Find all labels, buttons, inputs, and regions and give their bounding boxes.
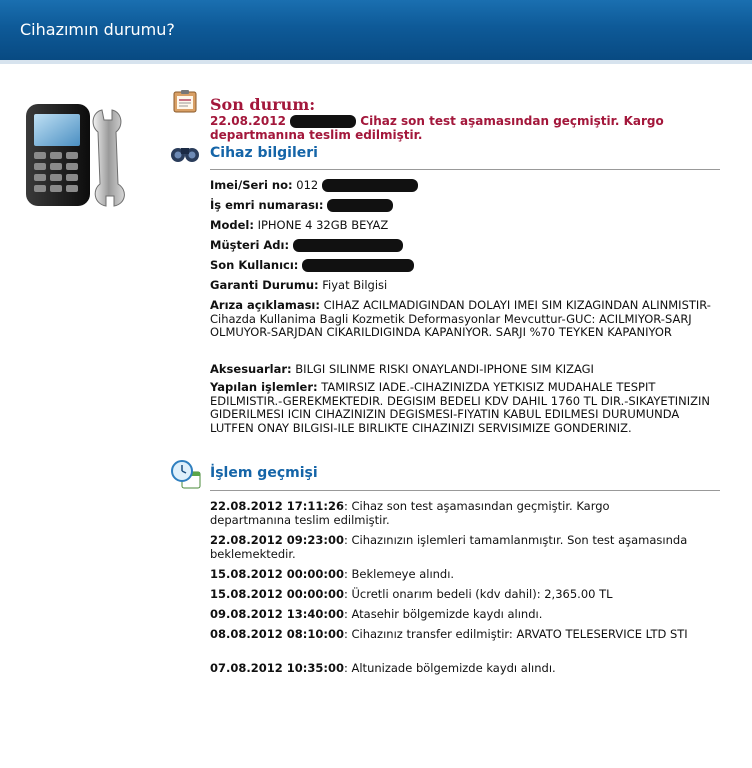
history-datetime: 08.08.2012 08:10:00	[210, 627, 344, 641]
redacted-block	[327, 199, 394, 212]
device-info-title: Cihaz bilgileri	[210, 145, 318, 161]
history-text: : Ücretli onarım bedeli (kdv dahil): 2,3…	[343, 587, 613, 601]
field-fault-description: Arıza açıklaması: CIHAZ ACILMADIGINDAN D…	[210, 298, 720, 340]
status-date: 22.08.2012	[210, 114, 286, 128]
status-message: 22.08.2012 Cihaz son test aşamasından ge…	[210, 114, 680, 142]
history-datetime: 07.08.2012 10:35:00	[210, 661, 344, 675]
history-datetime: 15.08.2012 00:00:00	[210, 587, 344, 601]
history-title: İşlem geçmişi	[210, 465, 318, 481]
redacted-block	[290, 115, 357, 128]
field-value: IPHONE 4 32GB BEYAZ	[257, 218, 389, 232]
redacted-block	[321, 179, 418, 192]
field-label: İş emri numarası:	[210, 198, 324, 212]
field-label: Yapılan işlemler:	[210, 380, 318, 394]
clock-calendar-icon	[170, 458, 202, 490]
page-title: Cihazımın durumu?	[20, 20, 175, 39]
field-value: Fiyat Bilgisi	[322, 278, 388, 292]
section-divider	[210, 490, 720, 491]
field-customer-name: Müşteri Adı:	[210, 238, 720, 253]
history-datetime: 22.08.2012 17:11:26	[210, 499, 344, 513]
field-model: Model: IPHONE 4 32GB BEYAZ	[210, 218, 720, 233]
redacted-block	[292, 239, 403, 252]
phone-wrench-icon	[22, 100, 134, 210]
history-datetime: 22.08.2012 09:23:00	[210, 533, 344, 547]
history-entry: 22.08.2012 09:23:00: Cihazınızın işlemle…	[210, 533, 690, 561]
history-entry: 09.08.2012 13:40:00: Atasehir bölgemizde…	[210, 607, 690, 622]
history-entry: 15.08.2012 00:00:00: Ücretli onarım bede…	[210, 587, 690, 602]
field-work-order: İş emri numarası:	[210, 198, 720, 213]
history-entry: 08.08.2012 08:10:00: Cihazınız transfer …	[210, 627, 690, 642]
status-title: Son durum:	[210, 95, 316, 114]
history-text: : Atasehir bölgemizde kaydı alındı.	[343, 607, 543, 621]
redacted-block	[302, 259, 415, 272]
field-label: Arıza açıklaması:	[210, 298, 320, 312]
field-label: Müşteri Adı:	[210, 238, 290, 252]
title-divider	[0, 60, 752, 64]
field-label: Son Kullanıcı:	[210, 258, 299, 272]
history-entry: 22.08.2012 17:11:26: Cihaz son test aşam…	[210, 499, 690, 527]
history-text: : Cihazınız transfer edilmiştir: ARVATO …	[343, 627, 688, 641]
history-text: : Altunizade bölgemizde kaydı alındı.	[343, 661, 556, 675]
binoculars-icon	[170, 142, 199, 168]
field-end-user: Son Kullanıcı:	[210, 258, 720, 273]
history-entry: 15.08.2012 00:00:00: Beklemeye alındı.	[210, 567, 690, 582]
field-label: Imei/Seri no:	[210, 178, 293, 192]
history-datetime: 15.08.2012 00:00:00	[210, 567, 344, 581]
history-datetime: 09.08.2012 13:40:00	[210, 607, 344, 621]
field-accessories: Aksesuarlar: BILGI SILINME RISKI ONAYLAN…	[210, 362, 720, 377]
field-actions-taken: Yapılan işlemler: TAMIRSIZ IADE.-CIHAZIN…	[210, 380, 720, 435]
field-imei: Imei/Seri no: 012	[210, 178, 720, 193]
history-text: : Beklemeye alındı.	[343, 567, 455, 581]
field-value: BILGI SILINME RISKI ONAYLANDI-IPHONE SIM…	[295, 362, 594, 376]
field-warranty: Garanti Durumu: Fiyat Bilgisi	[210, 278, 720, 293]
history-entry: 07.08.2012 10:35:00: Altunizade bölgemiz…	[210, 661, 690, 676]
field-value: 012	[296, 178, 319, 192]
clipboard-icon	[172, 88, 198, 114]
field-label: Aksesuarlar:	[210, 362, 292, 376]
field-label: Garanti Durumu:	[210, 278, 319, 292]
section-divider	[210, 169, 720, 170]
title-bar: Cihazımın durumu?	[0, 0, 752, 60]
field-label: Model:	[210, 218, 254, 232]
